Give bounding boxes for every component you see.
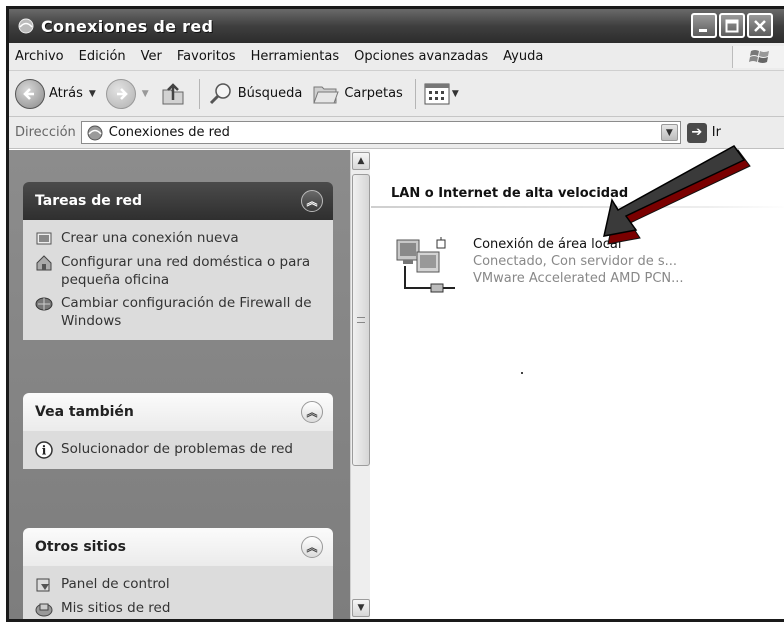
network-connections-window: Conexiones de red Archivo Edición Ver Fa…: [6, 6, 784, 622]
address-field[interactable]: Conexiones de red ▼: [80, 121, 681, 144]
maximize-button[interactable]: [719, 13, 745, 38]
see-also-body: i Solucionador de problemas de red: [23, 431, 333, 469]
minimize-button[interactable]: [691, 13, 717, 38]
control-panel-icon: [36, 578, 50, 592]
task-pane-scrollbar[interactable]: ▲ ▼: [350, 150, 370, 619]
collapse-chevron-icon[interactable]: ︽: [301, 536, 323, 558]
back-label: Atrás: [49, 86, 83, 101]
svg-text:i: i: [42, 444, 47, 458]
maximize-icon: [725, 19, 739, 32]
other-places-title: Otros sitios: [35, 539, 126, 555]
address-label: Dirección: [15, 125, 76, 140]
menu-ayuda[interactable]: Ayuda: [503, 49, 543, 64]
windows-logo-icon: [732, 46, 784, 68]
other-places-body: Panel de control Mis sitios de red: [23, 566, 333, 619]
toolbar: Atrás ▼ ▼ Búsqueda Carpetas ▼: [9, 71, 784, 117]
title-bar[interactable]: Conexiones de red: [9, 9, 784, 43]
folders-label: Carpetas: [344, 86, 403, 101]
task-pane: Tareas de red ︽ Crear una conexión nueva…: [9, 150, 350, 619]
scroll-down-button[interactable]: ▼: [352, 599, 370, 617]
connection-details: Conexión de área local Conectado, Con se…: [473, 236, 684, 287]
address-dropdown-icon[interactable]: ▼: [660, 124, 678, 141]
folders-icon: [313, 86, 340, 103]
see-also-panel: Vea también ︽ i Solucionador de problema…: [23, 393, 333, 469]
task-troubleshooter[interactable]: i Solucionador de problemas de red: [35, 441, 323, 459]
place-my-network-places[interactable]: Mis sitios de red: [35, 600, 323, 618]
search-icon: [209, 82, 231, 104]
task-setup-home-network[interactable]: Configurar una red doméstica o para pequ…: [35, 254, 323, 289]
connection-device: VMware Accelerated AMD PCN...: [473, 271, 684, 286]
views-button[interactable]: ▼: [424, 83, 459, 105]
local-area-connection[interactable]: Conexión de área local Conectado, Con se…: [393, 236, 684, 306]
menu-bar: Archivo Edición Ver Favoritos Herramient…: [9, 43, 784, 71]
search-label: Búsqueda: [237, 86, 303, 101]
new-connection-icon: [36, 232, 52, 245]
menu-archivo[interactable]: Archivo: [15, 49, 64, 64]
see-also-title: Vea también: [35, 404, 134, 420]
forward-dropdown-icon[interactable]: ▼: [142, 89, 149, 99]
task-create-connection[interactable]: Crear una conexión nueva: [35, 230, 323, 248]
network-connection-icon: [396, 237, 455, 293]
connection-name: Conexión de área local: [473, 237, 622, 252]
close-button[interactable]: [747, 13, 773, 38]
address-bar: Dirección Conexiones de red ▼ ➔ Ir: [9, 117, 784, 149]
network-connections-icon: [87, 125, 103, 140]
toolbar-separator: [414, 78, 416, 109]
collapse-chevron-icon[interactable]: ︽: [301, 190, 323, 212]
up-folder-icon: [162, 82, 184, 104]
stray-dot: [521, 372, 523, 374]
task-firewall-settings[interactable]: Cambiar configuración de Firewall de Win…: [35, 295, 323, 330]
folders-button[interactable]: Carpetas: [312, 81, 403, 107]
info-icon: i: [35, 441, 53, 459]
network-connections-icon: [18, 18, 34, 34]
menu-ver[interactable]: Ver: [141, 49, 162, 64]
back-arrow-icon: [15, 78, 45, 109]
content-area: LAN o Internet de alta velocidad Conexió…: [371, 150, 784, 619]
network-tasks-body: Crear una conexión nueva Configurar una …: [23, 220, 333, 341]
place-control-panel[interactable]: Panel de control: [35, 576, 323, 594]
search-button[interactable]: Búsqueda: [208, 81, 303, 107]
other-places-panel: Otros sitios ︽ Panel de control Mis siti…: [23, 528, 333, 619]
forward-button[interactable]: ▼: [105, 78, 149, 109]
close-icon: [754, 19, 766, 32]
views-icon: [424, 83, 450, 104]
menu-herramientas[interactable]: Herramientas: [251, 49, 340, 64]
minimize-icon: [699, 28, 707, 32]
up-folder-button[interactable]: [159, 80, 187, 108]
go-arrow-icon: ➔: [686, 122, 707, 143]
firewall-icon: [35, 297, 53, 311]
other-places-header[interactable]: Otros sitios ︽: [23, 528, 333, 566]
toolbar-separator: [198, 78, 200, 109]
network-tasks-title: Tareas de red: [35, 193, 143, 209]
back-button[interactable]: Atrás ▼: [15, 78, 96, 109]
network-tasks-header[interactable]: Tareas de red ︽: [23, 182, 333, 220]
network-places-icon: [35, 603, 53, 617]
group-divider: [371, 206, 784, 208]
views-dropdown-icon[interactable]: ▼: [452, 89, 459, 99]
address-value: Conexiones de red: [108, 125, 230, 140]
home-network-icon: [36, 255, 52, 271]
go-label: Ir: [711, 125, 721, 140]
window-title: Conexiones de red: [41, 16, 214, 36]
connection-status: Conectado, Con servidor de s...: [473, 254, 678, 269]
collapse-chevron-icon[interactable]: ︽: [301, 401, 323, 423]
menu-opciones-avanzadas[interactable]: Opciones avanzadas: [354, 49, 488, 64]
go-button[interactable]: ➔ Ir: [686, 122, 721, 143]
group-header: LAN o Internet de alta velocidad: [391, 186, 629, 201]
network-tasks-panel: Tareas de red ︽ Crear una conexión nueva…: [23, 182, 333, 341]
menu-favoritos[interactable]: Favoritos: [177, 49, 236, 64]
scroll-up-button[interactable]: ▲: [352, 152, 370, 170]
scroll-thumb[interactable]: [352, 174, 370, 466]
window-controls: [691, 13, 773, 38]
back-dropdown-icon[interactable]: ▼: [89, 89, 96, 99]
see-also-header[interactable]: Vea también ︽: [23, 393, 333, 431]
forward-arrow-icon: [105, 78, 136, 109]
menu-edicion[interactable]: Edición: [79, 49, 126, 64]
